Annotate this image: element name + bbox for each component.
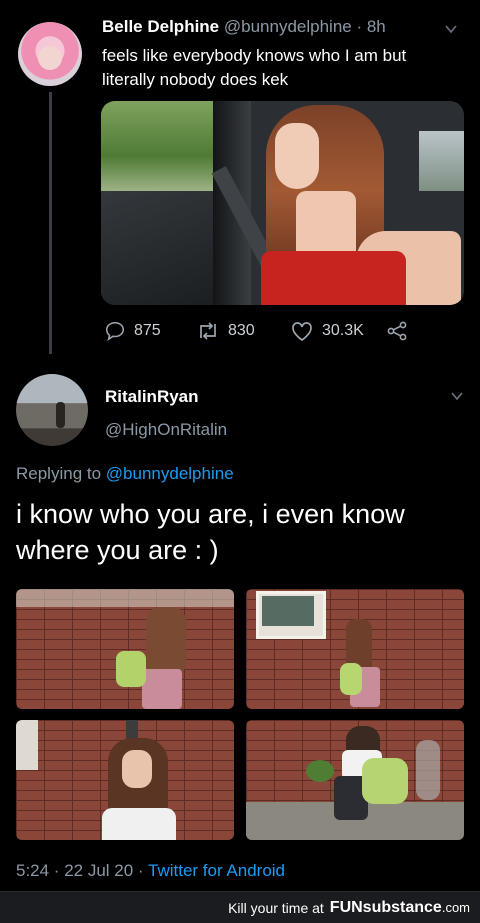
avatar-belle[interactable] xyxy=(18,22,82,86)
reply-count: 875 xyxy=(134,322,161,339)
reply-button[interactable]: 875 xyxy=(104,320,161,342)
tweet-time[interactable]: · 8h xyxy=(356,17,385,36)
tweet-photo[interactable] xyxy=(101,101,464,305)
like-button[interactable]: 30.3K xyxy=(290,320,364,342)
retweet-button[interactable]: 830 xyxy=(196,320,255,342)
tweet-header: Belle Delphine @bunnydelphine · 8h xyxy=(102,17,462,43)
avatar-ritalinryan[interactable] xyxy=(16,374,88,446)
like-count: 30.3K xyxy=(322,322,364,339)
replying-mention[interactable]: @bunnydelphine xyxy=(106,464,234,483)
watermark-brand-name: FUNsubstance xyxy=(329,898,442,916)
photo-grid-4[interactable] xyxy=(246,720,464,840)
author-handle[interactable]: @bunnydelphine xyxy=(224,17,352,36)
replying-prefix: Replying to xyxy=(16,464,102,483)
thread-line xyxy=(49,92,52,354)
source-link[interactable]: Twitter for Android xyxy=(148,861,285,880)
heart-icon xyxy=(292,322,312,342)
watermark-tagline: Kill your time at xyxy=(228,899,324,916)
share-icon[interactable] xyxy=(386,320,408,342)
retweet-icon xyxy=(200,322,216,340)
photo-grid-2[interactable] xyxy=(246,589,464,709)
author-handle-2[interactable]: @HighOnRitalin xyxy=(105,420,227,440)
timestamp[interactable]: 5:24 · 22 Jul 20 · xyxy=(16,861,144,880)
photo-grid-3[interactable] xyxy=(16,720,234,840)
author-name-2[interactable]: RitalinRyan xyxy=(105,387,199,407)
replying-to: Replying to @bunnydelphine xyxy=(16,464,234,484)
author-name[interactable]: Belle Delphine xyxy=(102,17,219,36)
retweet-count: 830 xyxy=(228,322,255,339)
chevron-down-icon[interactable] xyxy=(444,22,458,36)
tweet-footer: 5:24 · 22 Jul 20 · Twitter for Android xyxy=(16,861,285,881)
watermark-domain: .com xyxy=(441,899,470,915)
tweet-text: feels like everybody knows who I am but … xyxy=(102,46,407,89)
watermark-bar: Kill your time at FUNsubstance.com xyxy=(0,891,480,923)
reply-icon xyxy=(105,321,125,342)
photo-grid-1[interactable] xyxy=(16,589,234,709)
watermark-brand[interactable]: FUNsubstance.com xyxy=(330,899,470,917)
reply-text: i know who you are, i even know where yo… xyxy=(16,499,405,565)
chevron-down-icon[interactable] xyxy=(450,389,464,403)
